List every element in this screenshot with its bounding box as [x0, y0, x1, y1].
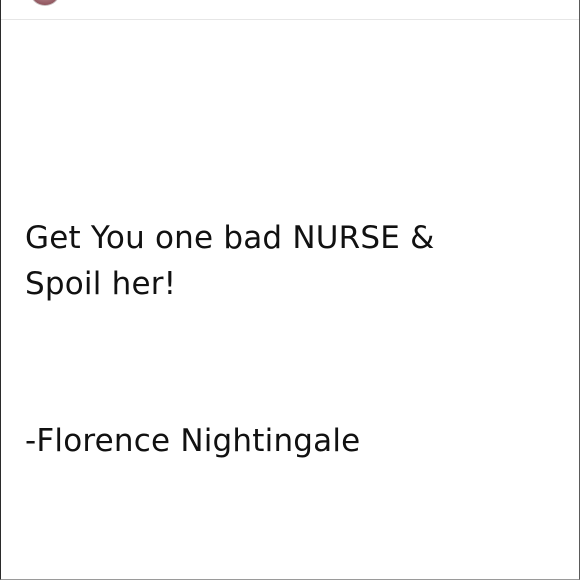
avatar[interactable] [30, 0, 60, 6]
post-image: Get You one bad NURSE & Spoil her! -Flor… [0, 0, 580, 580]
quote-line-1: Get You one bad NURSE & [25, 220, 435, 256]
quote-author: -Florence Nightingale [25, 423, 361, 459]
quote-line-2: Spoil her! [25, 266, 177, 302]
quote-text: Get You one bad NURSE & Spoil her! [25, 215, 571, 307]
profile-header [1, 0, 579, 20]
